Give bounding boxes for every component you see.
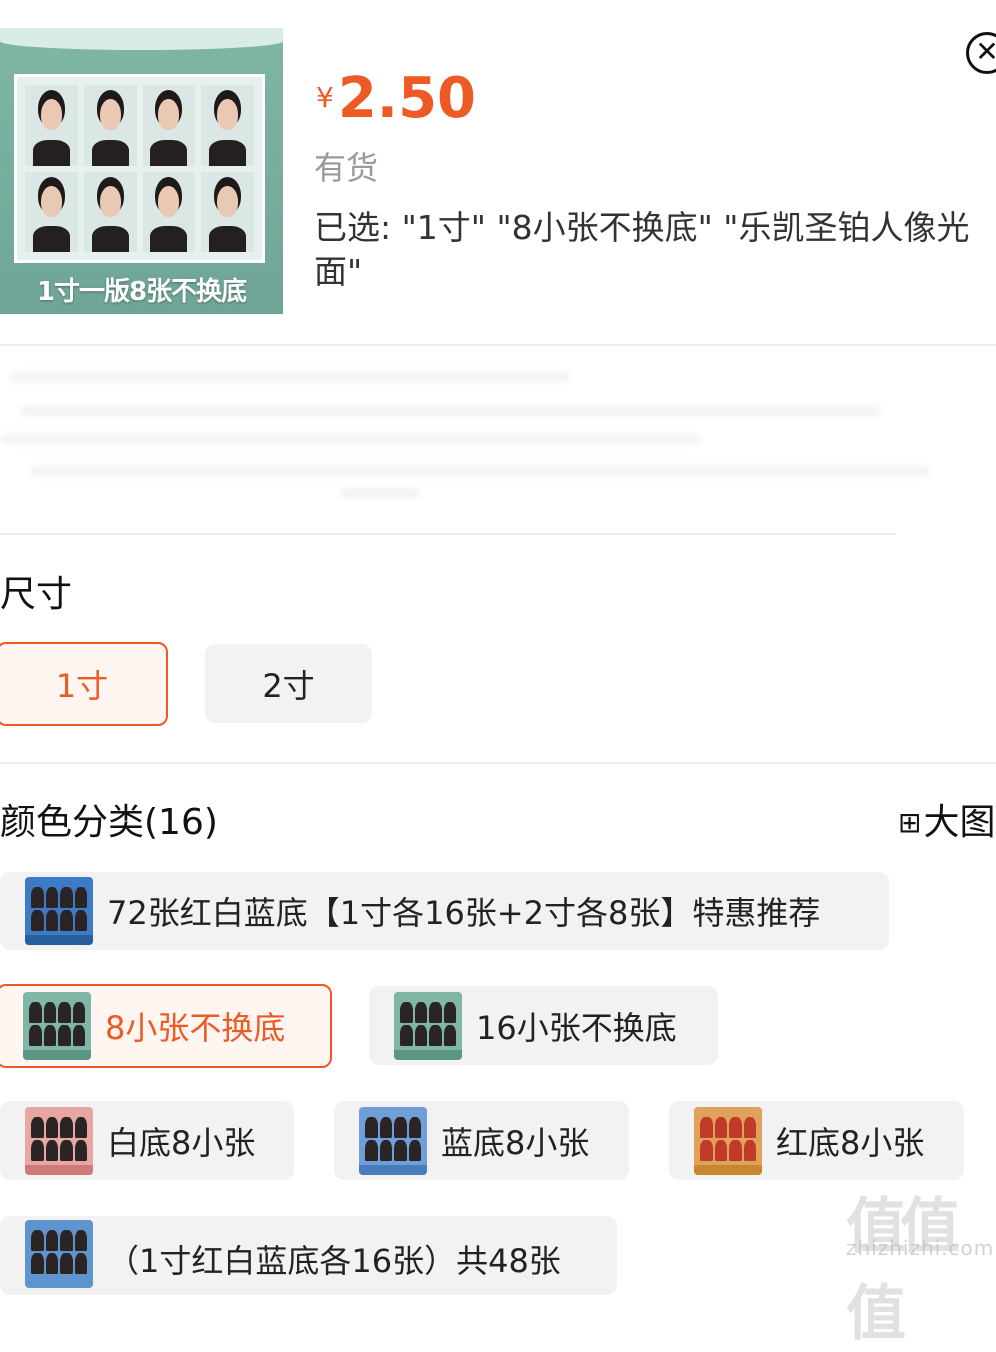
thumbnail-caption-bar [25,1164,93,1175]
portrait-photo [142,85,196,166]
grid-view-icon: ⊞ [898,806,922,839]
portrait-photo [142,171,196,252]
thumbnail-photos [31,1116,87,1161]
thumbnail-caption: 1寸一版8张不换底 [36,277,247,307]
color-option-white-8[interactable]: 白底8小张 [0,1101,294,1180]
thumbnail-caption-bar [23,1050,91,1060]
color-option-8-no-bg-change[interactable]: 8小张不换底 [0,984,332,1068]
option-thumbnail [25,877,93,945]
option-label: 白底8小张 [107,1123,256,1162]
size-option-2cun[interactable]: 2寸 [205,644,372,723]
divider [0,344,996,346]
blurred-line [0,434,700,444]
option-label: 8小张不换底 [105,1009,286,1047]
option-label: 蓝底8小张 [441,1123,590,1162]
option-thumbnail [25,1106,93,1175]
blurred-line [20,406,880,416]
option-thumbnail [394,991,462,1060]
color-option-48-set[interactable]: （1寸红白蓝底各16张）共48张 [0,1216,617,1295]
price-amount: 2.50 [337,66,476,131]
color-option-blue-8[interactable]: 蓝底8小张 [334,1101,629,1180]
thumbnail-photos [400,1001,456,1046]
watermark-domain: zhizhizhi.com [846,1236,995,1260]
option-thumbnail [359,1106,427,1175]
size-option-label: 2寸 [262,666,315,705]
blurred-line [340,488,420,498]
option-thumbnail [23,992,91,1060]
option-label: 红底8小张 [776,1123,925,1162]
blurred-line [30,466,930,476]
thumbnail-photos [31,887,87,931]
option-thumbnail [694,1106,762,1175]
thumbnail-photos [365,1116,421,1161]
product-thumbnail[interactable]: 1寸一版8张不换底 [0,28,283,314]
thumbnail-caption-bar [25,935,93,945]
stock-status: 有货 [314,149,379,187]
option-label: 16小张不换底 [476,1008,677,1047]
thumbnail-photos [700,1116,756,1161]
divider [0,533,896,535]
thumbnail-caption-bar [394,1049,462,1060]
portrait-photo [25,171,78,252]
color-option-72-set[interactable]: 72张红白蓝底【1寸各16张+2寸各8张】特惠推荐 [0,872,889,950]
portrait-photo [201,85,254,166]
obscured-region [0,350,996,530]
close-icon[interactable]: ✕ [966,32,996,74]
option-thumbnail [25,1220,93,1288]
color-option-red-8[interactable]: 红底8小张 [669,1101,964,1180]
thumbnail-wave-decoration [0,28,283,50]
thumbnail-caption-bar [359,1164,427,1175]
option-label: （1寸红白蓝底各16张）共48张 [107,1242,561,1280]
price: ¥2.50 [316,66,476,131]
size-section-title: 尺寸 [0,574,73,615]
thumbnail-caption-bar [694,1164,762,1175]
option-label: 72张红白蓝底【1寸各16张+2寸各8张】特惠推荐 [107,894,821,932]
big-image-label: 大图 [923,802,996,843]
size-option-1cun[interactable]: 1寸 [0,642,168,726]
portrait-photo [25,85,78,166]
currency-symbol: ¥ [316,81,334,114]
big-image-toggle[interactable]: ⊞大图 [898,793,995,845]
selected-options-text: 已选: "1寸" "8小张不换底" "乐凯圣铂人像光面" [314,208,970,291]
divider [0,762,996,764]
thumbnail-photos [31,1230,87,1274]
portrait-photo [201,171,254,252]
photo-sheet [14,74,265,263]
portrait-photo [83,85,137,166]
thumbnail-photos [29,1002,85,1046]
size-option-label: 1寸 [55,667,109,705]
blurred-line [10,372,570,382]
color-option-16-no-bg-change[interactable]: 16小张不换底 [369,986,718,1065]
watermark-logo: 值值值 [846,1192,960,1349]
portrait-photo [83,171,137,252]
color-section-title: 颜色分类(16) [0,802,218,843]
